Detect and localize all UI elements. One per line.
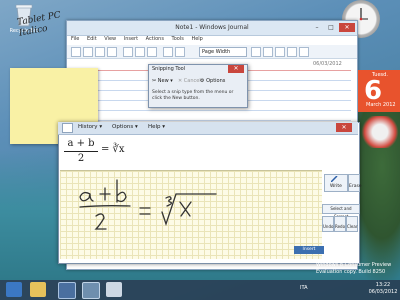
- journal-close-button[interactable]: ✕: [339, 23, 355, 32]
- redo-button[interactable]: Redo: [334, 216, 346, 232]
- undo-icon[interactable]: [163, 47, 173, 57]
- insert-button[interactable]: Insert: [294, 246, 324, 254]
- paste-icon[interactable]: [147, 47, 157, 57]
- maximize-button[interactable]: □: [325, 23, 337, 32]
- zoom-select[interactable]: Page Width: [199, 47, 247, 57]
- copy-icon[interactable]: [135, 47, 145, 57]
- snip-description: Select a snip type from the menu or clic…: [152, 90, 234, 101]
- menu-edit[interactable]: Edit: [87, 36, 97, 42]
- journal-menubar: File Edit View Insert Actions Tools Help: [71, 36, 209, 44]
- ie-icon[interactable]: [6, 282, 22, 297]
- print-icon[interactable]: [107, 47, 117, 57]
- menu-view[interactable]: View: [104, 36, 116, 42]
- help-menu[interactable]: Help ▾: [148, 124, 165, 130]
- select-and-correct-button[interactable]: Select and Correct: [322, 204, 360, 219]
- calendar-month: March 2012: [366, 102, 396, 108]
- menu-insert[interactable]: Insert: [124, 36, 138, 42]
- explorer-icon[interactable]: [30, 282, 46, 297]
- menu-actions[interactable]: Actions: [146, 36, 164, 42]
- snip-options-button[interactable]: ⚙ Options: [200, 78, 225, 84]
- weather-gadget[interactable]: [360, 116, 400, 148]
- math-input-icon: [62, 123, 73, 133]
- preview-rhs: = ∛x: [101, 144, 125, 155]
- preview-fraction-bar: [64, 151, 98, 152]
- watermark-line2: Evaluation copy. Build 8250: [316, 269, 386, 275]
- menu-help[interactable]: Help: [191, 36, 202, 42]
- menu-file[interactable]: File: [71, 36, 79, 42]
- snip-new-button[interactable]: ✂ New ▾: [152, 78, 173, 84]
- taskbar-time: 13:22: [375, 282, 391, 288]
- highlighter-icon[interactable]: [263, 47, 273, 57]
- taskbar-date: 06/03/2012: [368, 289, 398, 295]
- pen-icon[interactable]: [251, 47, 261, 57]
- preview-numerator: a + b: [67, 138, 95, 149]
- menu-tools[interactable]: Tools: [172, 36, 184, 42]
- history-menu[interactable]: History ▾: [78, 124, 102, 130]
- clear-button[interactable]: Clear: [346, 216, 358, 232]
- cut-icon[interactable]: [123, 47, 133, 57]
- taskbar-clock[interactable]: 13:22 06/03/2012: [366, 282, 400, 296]
- math-input-menubar: [58, 122, 358, 135]
- undo-button[interactable]: Undo: [322, 216, 334, 232]
- hand-icon[interactable]: [299, 47, 309, 57]
- snipping-tool-close-button[interactable]: ✕: [228, 65, 244, 73]
- math-panel-taskbar-icon[interactable]: [106, 282, 122, 297]
- journal-taskbar-icon[interactable]: [58, 282, 76, 299]
- calendar-number: 6: [364, 76, 383, 106]
- minimize-button[interactable]: –: [311, 23, 323, 32]
- journal-date: 06/03/2012: [313, 61, 342, 67]
- math-input-close-button[interactable]: ✕: [336, 123, 352, 132]
- eraser-icon[interactable]: [275, 47, 285, 57]
- redo-icon[interactable]: [175, 47, 185, 57]
- snipping-taskbar-icon[interactable]: [82, 282, 100, 299]
- lasso-icon[interactable]: [287, 47, 297, 57]
- snip-cancel-button[interactable]: ✕ Cancel: [178, 78, 201, 84]
- snipping-tool-title: Snipping Tool: [152, 66, 186, 72]
- save-icon[interactable]: [95, 47, 105, 57]
- tray-language[interactable]: ITA: [300, 285, 308, 291]
- pen-icon: [330, 175, 338, 183]
- preview-denominator: 2: [77, 153, 85, 164]
- open-icon[interactable]: [83, 47, 93, 57]
- erase-button[interactable]: Erase: [348, 174, 362, 192]
- handwritten-equation: [79, 179, 217, 230]
- new-note-icon[interactable]: [71, 47, 81, 57]
- options-menu[interactable]: Options ▾: [112, 124, 138, 130]
- watermark-line1: Windows 8 Consumer Preview: [316, 262, 392, 268]
